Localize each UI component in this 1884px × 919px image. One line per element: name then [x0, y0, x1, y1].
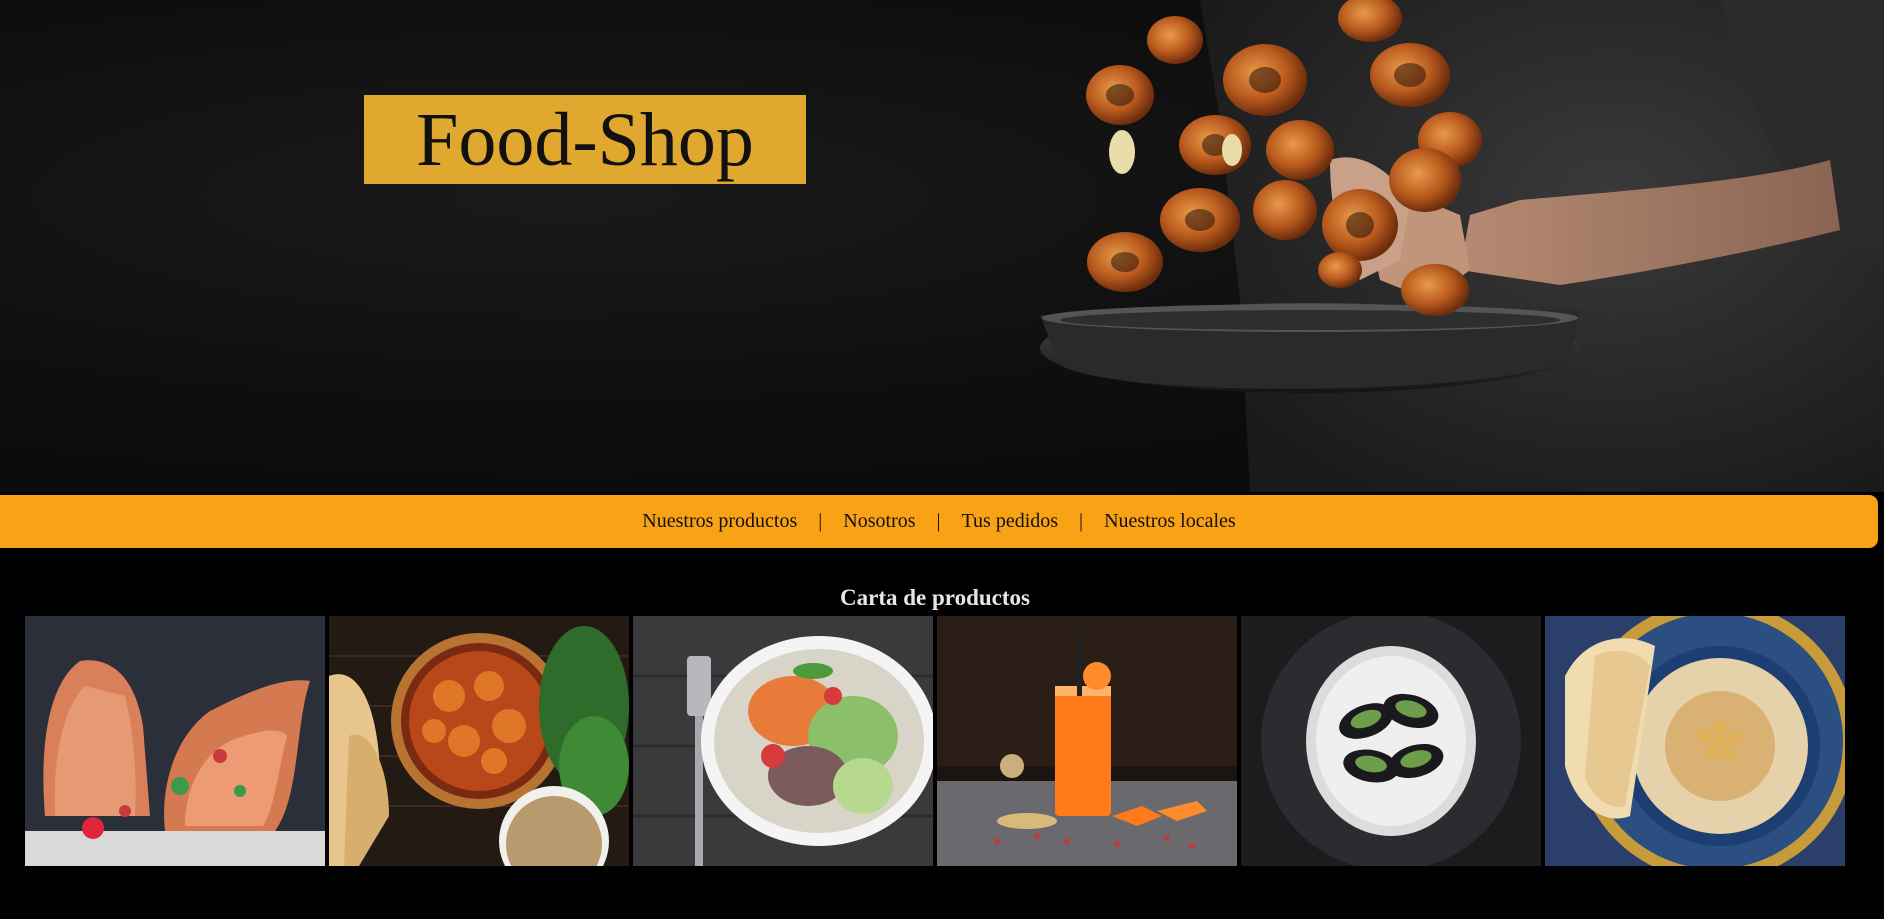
product-card-mussels[interactable] — [1241, 616, 1541, 866]
product-card-salad[interactable] — [633, 616, 933, 866]
product-grid — [25, 616, 1845, 866]
nav-link-pedidos[interactable]: Tus pedidos — [962, 510, 1059, 533]
logo-text: Food-Shop — [416, 97, 754, 182]
catalog-title: Carta de productos — [840, 585, 1030, 611]
hummus-image — [1545, 616, 1845, 866]
mussels-image — [1241, 616, 1541, 866]
logo-box[interactable]: Food-Shop — [364, 95, 806, 184]
nav-link-locales[interactable]: Nuestros locales — [1104, 510, 1236, 533]
salad-bowl-image — [633, 616, 933, 866]
nav-separator: | — [936, 510, 941, 532]
carrot-juice-image — [937, 616, 1237, 866]
product-card-bread[interactable] — [25, 616, 325, 866]
nav-separator: | — [1079, 510, 1084, 532]
product-card-hummus[interactable] — [1545, 616, 1845, 866]
nav-link-nosotros[interactable]: Nosotros — [843, 510, 915, 533]
product-card-juice[interactable] — [937, 616, 1237, 866]
bread-image — [25, 616, 325, 866]
hero-chef-shrimp-pan-image — [1040, 0, 1884, 492]
product-card-curry[interactable] — [329, 616, 629, 866]
main-nav: Nuestros productos | Nosotros | Tus pedi… — [0, 495, 1878, 548]
nav-separator: | — [818, 510, 823, 532]
nav-link-productos[interactable]: Nuestros productos — [642, 510, 797, 533]
curry-image — [329, 616, 629, 866]
hero-banner: Food-Shop — [0, 0, 1884, 492]
